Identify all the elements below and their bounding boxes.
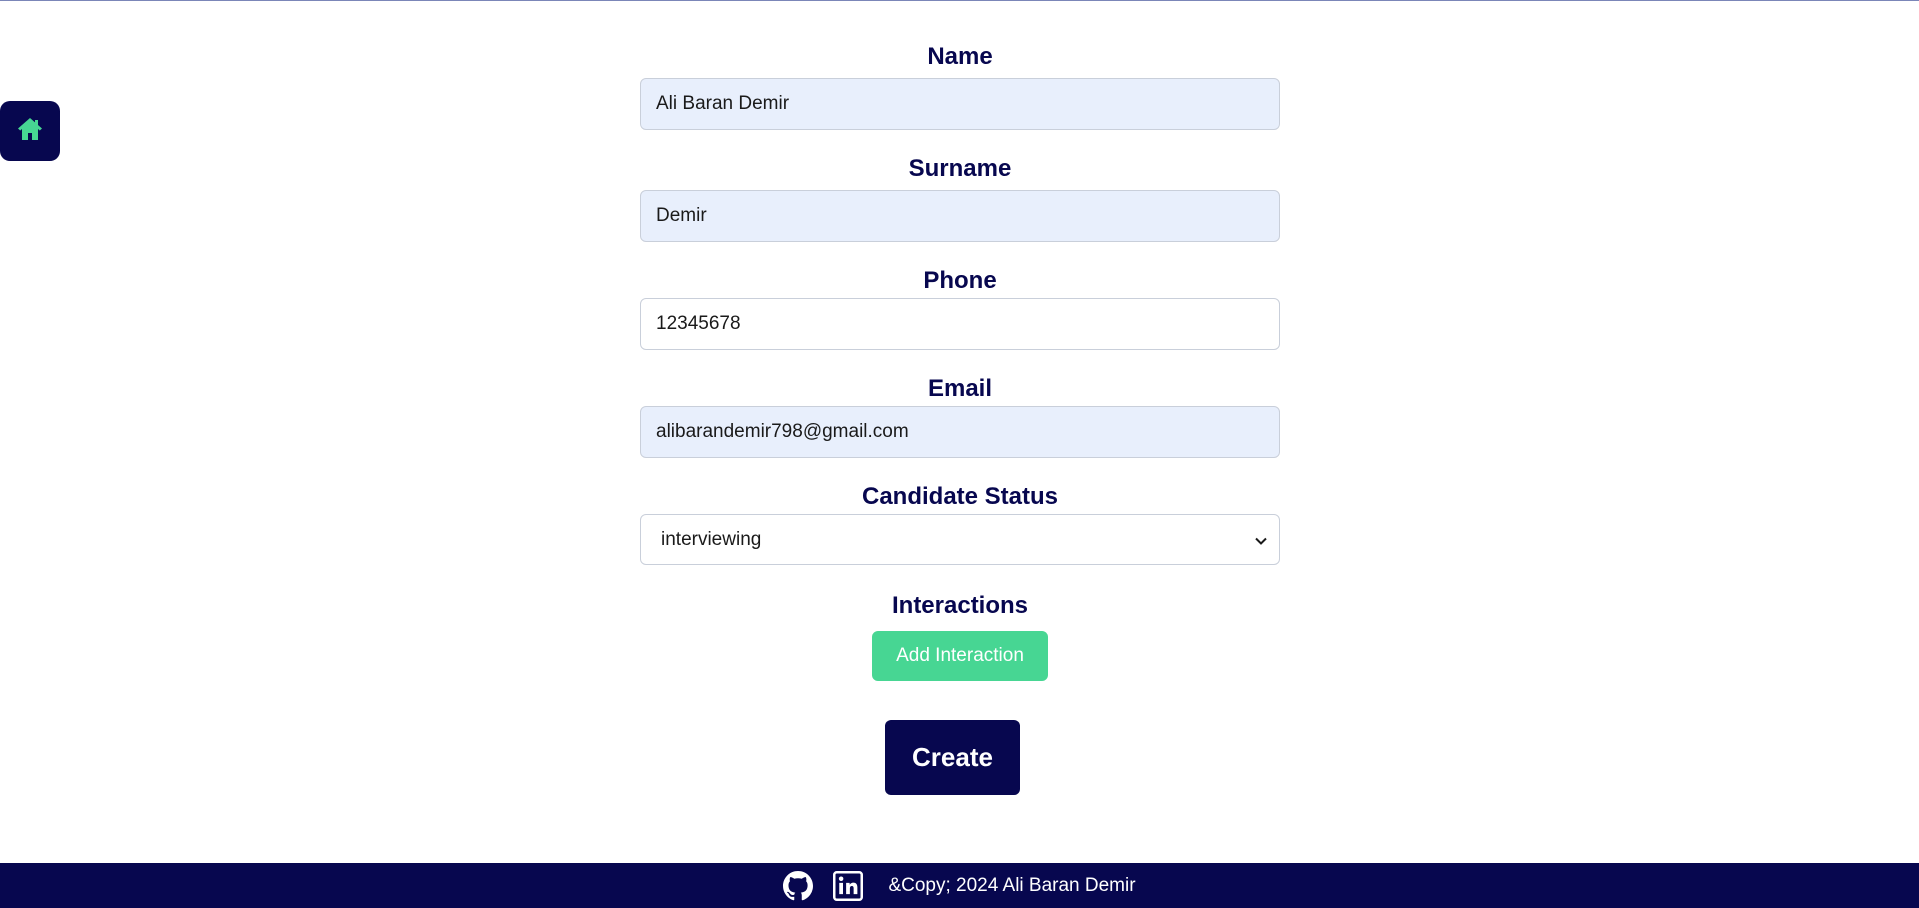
phone-label: Phone <box>923 267 997 294</box>
chevron-down-icon <box>1255 529 1267 551</box>
candidate-status-value: interviewing <box>661 528 762 550</box>
copyright-text: &Copy; 2024 Ali Baran Demir <box>888 874 1136 896</box>
top-border <box>0 0 1919 1</box>
footer: &Copy; 2024 Ali Baran Demir <box>0 863 1919 908</box>
add-interaction-button[interactable]: Add Interaction <box>872 631 1048 681</box>
name-label: Name <box>927 43 993 70</box>
interactions-label: Interactions <box>891 592 1029 619</box>
surname-label: Surname <box>908 155 1012 182</box>
candidate-form: Name Ali Baran Demir Surname Demir Phone… <box>640 40 1280 681</box>
email-label: Email <box>927 375 993 402</box>
create-button[interactable]: Create <box>885 720 1020 795</box>
email-input[interactable]: alibarandemir798@gmail.com <box>640 406 1280 458</box>
github-icon[interactable] <box>783 870 814 901</box>
phone-input[interactable]: 12345678 <box>640 298 1280 350</box>
home-icon <box>17 117 43 146</box>
candidate-status-label: Candidate Status <box>861 483 1059 510</box>
candidate-status-select[interactable]: interviewing <box>640 514 1280 565</box>
linkedin-icon[interactable] <box>833 870 864 901</box>
name-input[interactable]: Ali Baran Demir <box>640 78 1280 130</box>
surname-input[interactable]: Demir <box>640 190 1280 242</box>
home-button[interactable] <box>0 101 60 161</box>
